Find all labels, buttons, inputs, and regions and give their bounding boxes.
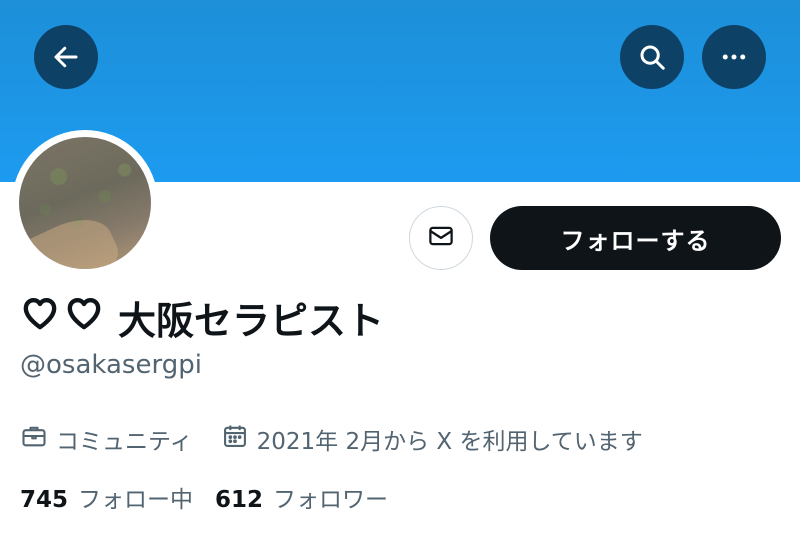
following-label: フォロー中: [78, 487, 194, 513]
follow-button[interactable]: フォローする: [490, 206, 781, 270]
search-icon: [637, 42, 667, 72]
name-hearts: [20, 293, 104, 342]
display-name-text: 大阪セラピスト: [118, 298, 385, 343]
envelope-icon: [426, 221, 456, 255]
following-count: 745: [20, 487, 69, 513]
more-button[interactable]: [702, 25, 766, 89]
followers-label: フォロワー: [273, 487, 389, 513]
briefcase-icon: [20, 422, 56, 456]
heart-outline-icon: [20, 293, 60, 342]
heart-outline-icon: [64, 293, 104, 342]
avatar[interactable]: [19, 137, 151, 269]
avatar-frame[interactable]: [12, 130, 158, 276]
follow-button-label: フォローする: [560, 226, 711, 255]
join-date-label: 2021年 2月から X を利用しています: [256, 429, 643, 455]
following-link[interactable]: 745 フォロー中: [20, 480, 193, 514]
back-button[interactable]: [34, 25, 98, 89]
search-button[interactable]: [620, 25, 684, 89]
profile-category: コミュニティ: [20, 422, 193, 456]
more-horizontal-icon: [719, 42, 749, 72]
join-date: 2021年 2月から X を利用しています: [221, 422, 643, 456]
followers-link[interactable]: 612 フォロワー: [215, 480, 388, 514]
profile-meta: コミュニティ 2021年 2月から X を利用しています: [20, 422, 643, 456]
arrow-left-icon: [51, 42, 81, 72]
calendar-icon: [221, 422, 257, 456]
followers-count: 612: [215, 487, 264, 513]
message-button[interactable]: [409, 206, 473, 270]
follow-stats: 745 フォロー中 612 フォロワー: [20, 480, 388, 514]
display-name: 大阪セラピスト: [20, 292, 385, 343]
category-label: コミュニティ: [56, 429, 193, 455]
user-handle: @osakasergpi: [20, 350, 202, 380]
